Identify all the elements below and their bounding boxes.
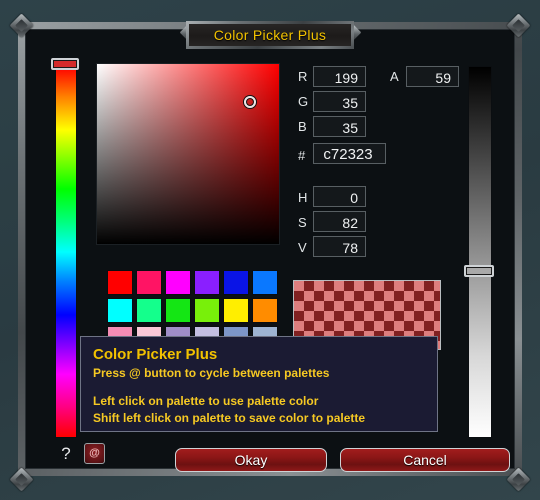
palette-swatch[interactable]	[107, 298, 133, 323]
palette-swatch[interactable]	[136, 270, 162, 295]
g-input[interactable]: 35	[313, 91, 366, 112]
b-label: B	[298, 119, 307, 134]
palette-swatch[interactable]	[223, 270, 249, 295]
palette-swatch[interactable]	[165, 270, 191, 295]
tooltip-line-1: Left click on palette to use palette col…	[93, 394, 319, 408]
window-titlebar[interactable]: Color Picker Plus	[186, 21, 354, 49]
r-label: R	[298, 69, 308, 84]
s-label: S	[298, 215, 307, 230]
palette-swatch[interactable]	[252, 270, 278, 295]
palette-swatch[interactable]	[136, 298, 162, 323]
hex-label: #	[298, 148, 306, 163]
window-title: Color Picker Plus	[213, 27, 327, 43]
palette-swatch[interactable]	[252, 298, 278, 323]
tooltip-subtitle: Press @ button to cycle between palettes	[93, 366, 330, 380]
tooltip-panel: Color Picker Plus Press @ button to cycl…	[80, 336, 438, 432]
palette-swatch[interactable]	[223, 298, 249, 323]
hex-input[interactable]: c72323	[313, 143, 386, 164]
b-input[interactable]: 35	[313, 116, 366, 137]
saturation-value-picker[interactable]	[96, 63, 280, 245]
palette-swatch[interactable]	[194, 270, 220, 295]
v-input[interactable]: 78	[313, 236, 366, 257]
sv-black-layer	[97, 64, 279, 244]
palette-swatch[interactable]	[194, 298, 220, 323]
r-input[interactable]: 199	[313, 66, 366, 87]
palette-swatch[interactable]	[165, 298, 191, 323]
hue-slider-thumb[interactable]	[51, 58, 79, 70]
g-label: G	[298, 94, 309, 109]
h-input[interactable]: 0	[313, 186, 366, 207]
h-label: H	[298, 190, 308, 205]
alpha-input[interactable]: 59	[406, 66, 459, 87]
cancel-button[interactable]: Cancel	[340, 448, 510, 472]
okay-button[interactable]: Okay	[175, 448, 327, 472]
palette-swatch[interactable]	[107, 270, 133, 295]
sv-selector-handle[interactable]	[244, 96, 256, 108]
cycle-palette-button[interactable]: @	[84, 443, 105, 464]
hue-slider-track[interactable]	[55, 66, 77, 438]
help-button[interactable]: ?	[58, 444, 74, 464]
v-label: V	[298, 240, 307, 255]
alpha-slider-track[interactable]	[468, 66, 492, 438]
tooltip-title: Color Picker Plus	[93, 346, 218, 363]
alpha-slider-thumb[interactable]	[464, 265, 494, 277]
s-input[interactable]: 82	[313, 211, 366, 232]
color-picker-window: Color Picker Plus R 199 G 35 B 35 A 59 #…	[0, 0, 540, 500]
tooltip-line-2: Shift left click on palette to save colo…	[93, 411, 366, 425]
alpha-label: A	[390, 69, 399, 84]
